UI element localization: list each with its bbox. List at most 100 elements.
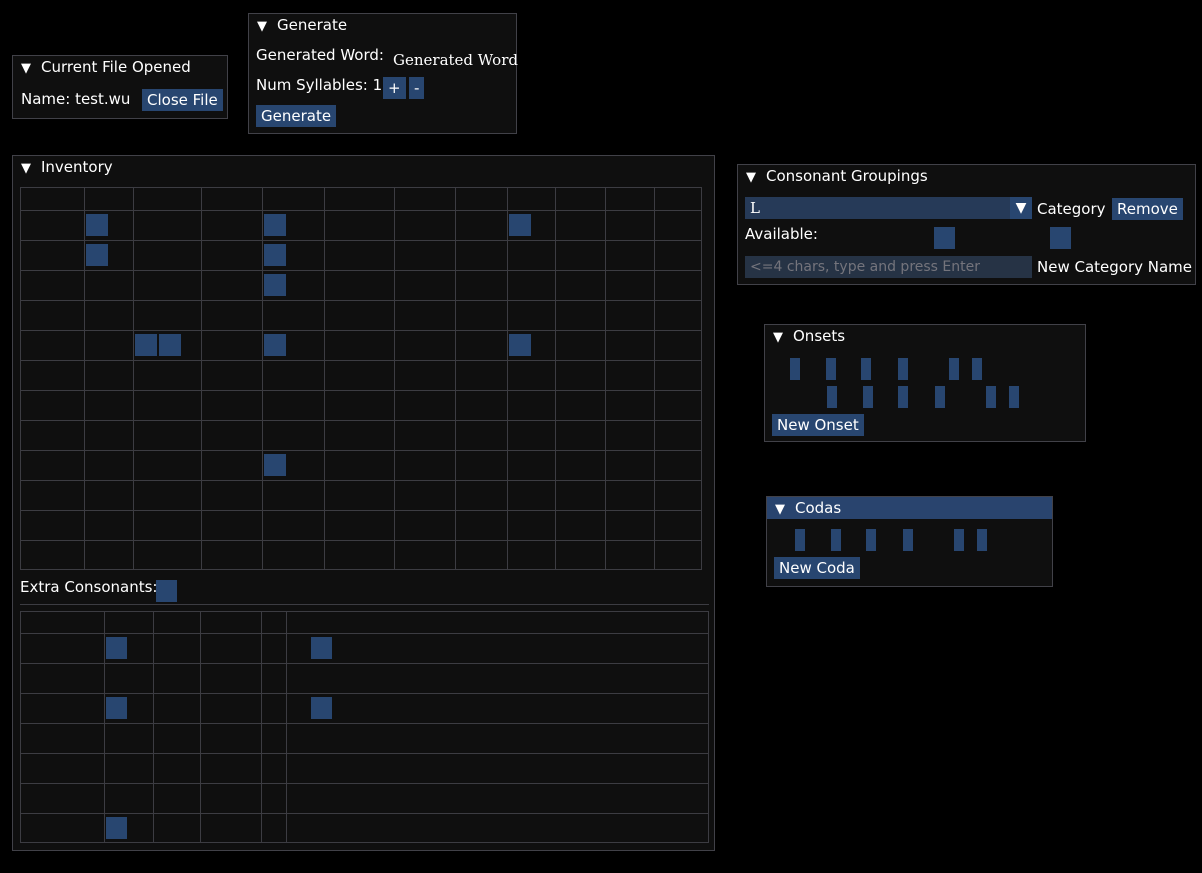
- phoneme-q͡χ[interactable]: [557, 394, 583, 416]
- phoneme-m[interactable]: [86, 244, 108, 266]
- extra-consonant-w[interactable]: [156, 580, 177, 602]
- codas-button-n[interactable]: [866, 529, 876, 551]
- phoneme-ɗ[interactable]: [264, 484, 286, 506]
- available-consonant-p[interactable]: [822, 227, 843, 249]
- available-consonant-t[interactable]: [844, 227, 865, 249]
- phoneme-ɠ[interactable]: [509, 484, 531, 506]
- available-consonant-r[interactable]: [934, 227, 955, 249]
- phoneme-ʔ[interactable]: [656, 214, 678, 236]
- phoneme-p[interactable]: [86, 214, 108, 236]
- vowel-ɵ[interactable]: [225, 697, 246, 719]
- extra-consonant-ɺ[interactable]: [332, 580, 353, 602]
- onsets-button-[interactable]: [986, 386, 996, 408]
- phoneme-![interactable]: [264, 514, 286, 536]
- phoneme-ɲ[interactable]: [457, 244, 479, 266]
- phoneme-d͡ʒ[interactable]: [354, 394, 380, 416]
- phoneme-t[interactable]: [264, 214, 286, 236]
- phoneme-β[interactable]: [110, 334, 132, 356]
- onsets-button-c[interactable]: [827, 386, 837, 408]
- phoneme-ɟ͡ʝ[interactable]: [485, 394, 511, 416]
- phoneme-ħ[interactable]: [607, 334, 629, 356]
- phoneme-n[interactable]: [264, 244, 286, 266]
- phoneme-ɻ[interactable]: [396, 424, 418, 446]
- phoneme-t͡θ[interactable]: [203, 394, 229, 416]
- phoneme-ɳ[interactable]: [396, 244, 418, 266]
- phoneme-t’[interactable]: [264, 544, 290, 566]
- phoneme-ɟ[interactable]: [481, 214, 503, 236]
- phoneme-r[interactable]: [264, 274, 286, 296]
- phoneme-ʒ[interactable]: [350, 334, 372, 356]
- vowel-ʉ[interactable]: [225, 637, 246, 659]
- phoneme-ʋ[interactable]: [135, 424, 157, 446]
- available-consonant-m[interactable]: [888, 227, 909, 249]
- onsets-button-l[interactable]: [863, 386, 873, 408]
- phoneme-ʈ[interactable]: [396, 214, 418, 236]
- onsets-button-[interactable]: [949, 358, 959, 380]
- codas-button-nnl[interactable]: [903, 529, 913, 551]
- codas-button-l[interactable]: [831, 529, 841, 551]
- phoneme-ɸ[interactable]: [86, 334, 108, 356]
- phoneme-ð[interactable]: [227, 334, 249, 356]
- onsets-button-n[interactable]: [861, 358, 871, 380]
- vowel-æ[interactable]: [106, 787, 127, 809]
- phoneme-c[interactable]: [457, 214, 479, 236]
- groupings-title-bar[interactable]: ▼ Consonant Groupings: [738, 165, 1195, 187]
- phoneme-c͡ç[interactable]: [457, 394, 483, 416]
- vowel-ø[interactable]: [129, 697, 150, 719]
- extra-consonant-ɧ[interactable]: [354, 580, 375, 602]
- inventory-title-bar[interactable]: ▼ Inventory: [13, 156, 714, 178]
- available-consonant-v[interactable]: [980, 227, 1001, 249]
- phoneme-j[interactable]: [457, 424, 479, 446]
- codas-button-[interactable]: [954, 529, 964, 551]
- extra-consonant-ʑ[interactable]: [310, 580, 331, 602]
- phoneme-f[interactable]: [135, 334, 157, 356]
- onsets-button-l[interactable]: [826, 358, 836, 380]
- phoneme-ʀ[interactable]: [557, 274, 579, 296]
- phoneme-t̪[interactable]: [203, 214, 229, 236]
- phoneme-ʁ[interactable]: [581, 334, 603, 356]
- onsets-button-nnl[interactable]: [935, 386, 945, 408]
- available-consonant-k[interactable]: [866, 227, 887, 249]
- phoneme-ɢ[interactable]: [581, 214, 603, 236]
- phoneme-h[interactable]: [656, 334, 678, 356]
- available-consonant-x[interactable]: [1026, 227, 1047, 249]
- phoneme-ɣ[interactable]: [533, 334, 555, 356]
- generate-button[interactable]: Generate: [256, 105, 337, 127]
- syllables-plus-button[interactable]: +: [383, 77, 406, 99]
- category-combo[interactable]: L ▼: [745, 197, 1032, 219]
- phoneme-ʔ͡h[interactable]: [656, 394, 682, 416]
- phoneme-ʙ[interactable]: [86, 274, 108, 296]
- vowel-œ[interactable]: [129, 757, 150, 779]
- phoneme-ɰ[interactable]: [509, 424, 531, 446]
- vowel-ɨ[interactable]: [202, 637, 223, 659]
- vowel-i[interactable]: [106, 637, 127, 659]
- phoneme-|[interactable]: [203, 514, 225, 536]
- phoneme-b͡β[interactable]: [114, 394, 140, 416]
- vowel-e[interactable]: [106, 697, 127, 719]
- phoneme-k’[interactable]: [509, 544, 535, 566]
- phoneme-ç[interactable]: [457, 334, 479, 356]
- collapse-arrow-icon[interactable]: ▼: [775, 502, 785, 517]
- onsets-button-nnl[interactable]: [898, 358, 908, 380]
- phoneme-ɢ͡ʁ[interactable]: [585, 394, 611, 416]
- codas-title-bar[interactable]: ▼ Codas: [767, 497, 1052, 519]
- phoneme-p͡ɸ[interactable]: [86, 394, 112, 416]
- collapse-arrow-icon[interactable]: ▼: [746, 170, 756, 185]
- phoneme-l[interactable]: [264, 454, 286, 476]
- phoneme-ɴ[interactable]: [557, 244, 579, 266]
- available-consonant-n[interactable]: [911, 227, 932, 249]
- onsets-button-remove[interactable]: [1009, 386, 1019, 408]
- phoneme-x[interactable]: [509, 334, 531, 356]
- onsets-button-n[interactable]: [898, 386, 908, 408]
- vowel-y[interactable]: [129, 637, 150, 659]
- current-file-title-bar[interactable]: ▼ Current File Opened: [13, 56, 227, 78]
- phoneme-d͡ð[interactable]: [231, 394, 257, 416]
- extra-consonant-ʜ[interactable]: [222, 580, 243, 602]
- vowel-ɑ[interactable]: [288, 817, 309, 839]
- phoneme-d[interactable]: [288, 214, 310, 236]
- vowel-ɪ[interactable]: [155, 667, 176, 689]
- vowel-ɯ[interactable]: [288, 637, 309, 659]
- phoneme-ɱ[interactable]: [135, 244, 157, 266]
- vowel-ɶ[interactable]: [129, 817, 150, 839]
- vowel-ʌ[interactable]: [288, 757, 309, 779]
